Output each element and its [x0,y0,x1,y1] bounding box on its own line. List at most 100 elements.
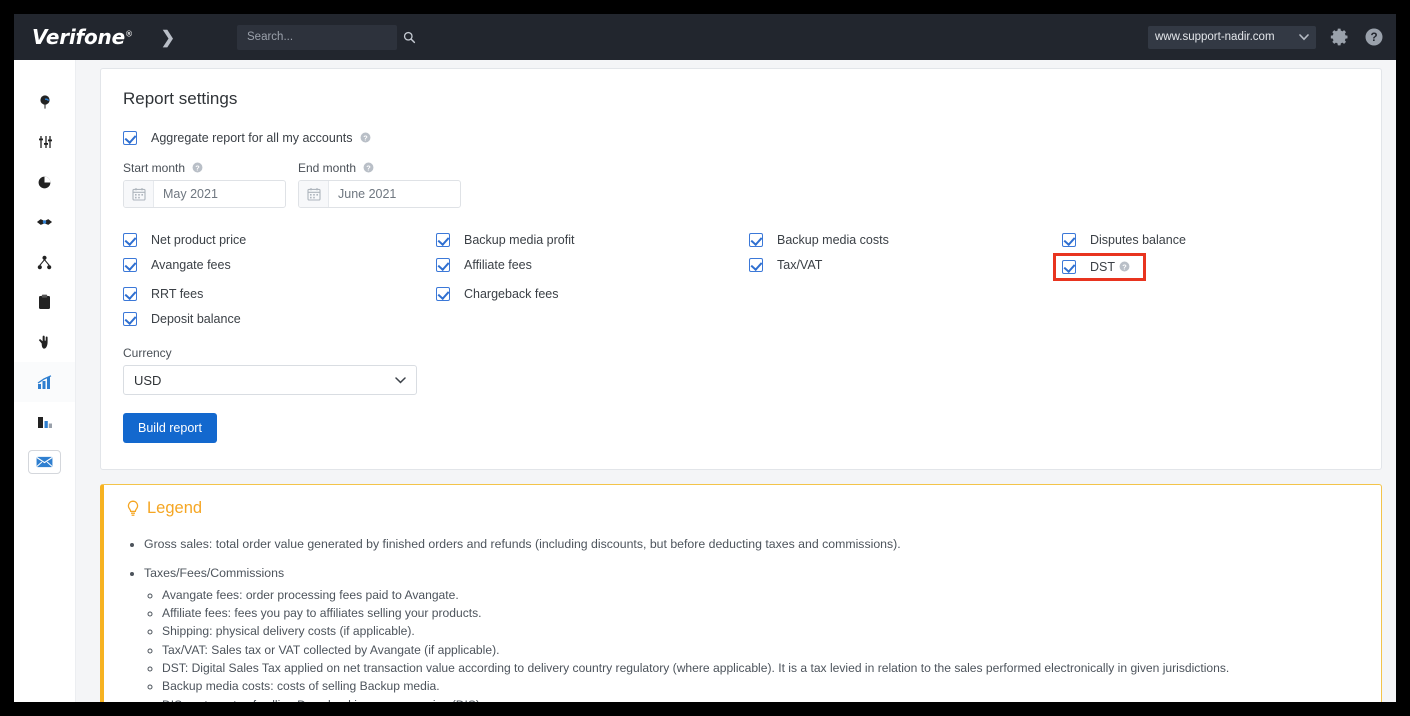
report-option-label: Affiliate fees [464,258,532,272]
svg-text:?: ? [363,133,368,142]
legend-panel: Legend Gross sales: total order value ge… [100,484,1382,702]
sidebar-item-affiliates-network[interactable] [14,242,75,282]
svg-text:?: ? [1370,31,1377,44]
legend-subentry: Affiliate fees: fees you pay to affiliat… [162,605,1361,621]
help-tooltip-icon[interactable]: ? [192,162,203,173]
report-option-chargeback-fees[interactable]: Chargeback fees [436,282,749,306]
chevron-down-icon [395,376,406,383]
sidebar-item-analytics-pie[interactable] [14,162,75,202]
start-month-input[interactable]: May 2021 [123,180,286,208]
site-selector[interactable]: www.support-nadir.com [1148,25,1316,49]
search-box[interactable] [237,24,416,50]
report-option-empty [749,307,1062,331]
end-month-value[interactable]: June 2021 [329,181,460,207]
legend-subentry: Backup media costs: costs of selling Bac… [162,678,1361,694]
report-option-avangate-fees[interactable]: Avangate fees [123,253,436,277]
checkbox[interactable] [749,233,763,247]
currency-group: Currency USD [123,346,1359,395]
report-option-label: Backup media costs [777,233,889,247]
legend-subentry: DST: Digital Sales Tax applied on net tr… [162,660,1361,676]
build-report-button[interactable]: Build report [123,413,217,443]
report-option-backup-media-costs[interactable]: Backup media costs [749,228,1062,252]
left-sidebar [14,60,76,702]
checkbox[interactable] [436,287,450,301]
report-option-empty [749,282,1062,306]
legend-list: Gross sales: total order value generated… [126,536,1361,702]
end-month-label: End month ? [298,161,461,175]
mail-icon [28,450,61,474]
start-month-label: Start month ? [123,161,286,175]
aggregate-report-label: Aggregate report for all my accounts ? [151,131,371,145]
report-settings-card: Report settings Aggregate report for all… [100,68,1382,470]
network-icon [37,255,52,270]
legend-entry: Taxes/Fees/Commissions Avangate fees: ord… [144,565,1361,702]
sidebar-item-messages-mail[interactable] [14,442,75,482]
start-month-value[interactable]: May 2021 [154,181,285,207]
sidebar-item-orders-clipboard[interactable] [14,282,75,322]
report-option-rrt-fees[interactable]: RRT fees [123,282,436,306]
report-option-deposit-balance[interactable]: Deposit balance [123,307,436,331]
gear-icon[interactable] [1330,27,1350,47]
home-icon [37,94,53,110]
sidebar-item-finance-stack[interactable] [14,402,75,442]
report-option-dst[interactable]: DST? [1053,253,1146,281]
sidebar-item-home-dashboard[interactable] [14,82,75,122]
legend-subentry: DIS cost: costs of selling Download insu… [162,697,1361,702]
checkbox[interactable] [1062,233,1076,247]
checkbox[interactable] [123,258,137,272]
brand-registered-mark: ® [124,29,133,39]
sidebar-item-settings-sliders[interactable] [14,122,75,162]
stacked-data-icon [37,415,53,429]
search-input[interactable] [245,30,404,44]
clipboard-icon [38,294,51,310]
checkbox[interactable] [123,312,137,326]
page-body: Report settings Aggregate report for all… [14,60,1396,702]
report-option-tax-vat[interactable]: Tax/VAT [749,253,1062,277]
report-option-label: RRT fees [151,287,204,301]
aggregate-report-checkbox[interactable] [123,131,137,145]
aggregate-report-row[interactable]: Aggregate report for all my accounts ? [123,131,1359,145]
calendar-icon[interactable] [124,181,154,207]
report-option-empty [436,307,749,331]
svg-text:?: ? [1122,262,1127,271]
legend-entry-text: Taxes/Fees/Commissions [144,565,285,580]
lightbulb-icon [127,500,139,516]
checkbox[interactable] [1062,260,1076,274]
legend-subentry: Avangate fees: order processing fees pai… [162,587,1361,603]
main-content: Report settings Aggregate report for all… [76,60,1396,702]
site-selector-label: www.support-nadir.com [1155,31,1275,43]
checkbox[interactable] [123,233,137,247]
calendar-icon[interactable] [299,181,329,207]
checkbox[interactable] [123,287,137,301]
help-tooltip-icon[interactable]: ? [1119,261,1130,272]
sidebar-item-tools-pointer[interactable] [14,322,75,362]
checkbox[interactable] [749,258,763,272]
chevron-right-icon[interactable]: ❯ [161,29,175,46]
end-month-input[interactable]: June 2021 [298,180,461,208]
bar-chart-icon [37,375,53,389]
help-tooltip-icon[interactable]: ? [363,162,374,173]
report-option-empty [1062,282,1359,306]
currency-value: USD [134,372,162,388]
report-options-grid: Net product price Backup media profit Back… [123,228,1359,332]
legend-subentry: Tax/VAT: Sales tax or VAT collected by A… [162,642,1361,658]
currency-select[interactable]: USD [123,365,417,395]
report-option-label: Tax/VAT [777,258,823,272]
help-circle-icon[interactable]: ? [1364,27,1384,47]
hand-pointer-icon [37,335,52,350]
legend-entry: Gross sales: total order value generated… [144,536,1361,554]
month-range-picker: Start month ? May 2021 End month ? June … [123,161,1359,208]
report-option-label: Deposit balance [151,312,241,326]
checkbox[interactable] [436,258,450,272]
checkbox[interactable] [436,233,450,247]
help-tooltip-icon[interactable]: ? [360,132,371,143]
sidebar-item-partners-handshake[interactable] [14,202,75,242]
sidebar-item-reports-bar-chart[interactable] [14,362,75,402]
report-option-label: DST? [1090,260,1130,274]
report-option-affiliate-fees[interactable]: Affiliate fees [436,253,749,277]
end-month-group: End month ? June 2021 [298,161,461,208]
search-icon[interactable] [403,31,416,44]
report-option-backup-media-profit[interactable]: Backup media profit [436,228,749,252]
report-option-disputes-balance[interactable]: Disputes balance [1062,228,1359,252]
report-option-net-product-price[interactable]: Net product price [123,228,436,252]
